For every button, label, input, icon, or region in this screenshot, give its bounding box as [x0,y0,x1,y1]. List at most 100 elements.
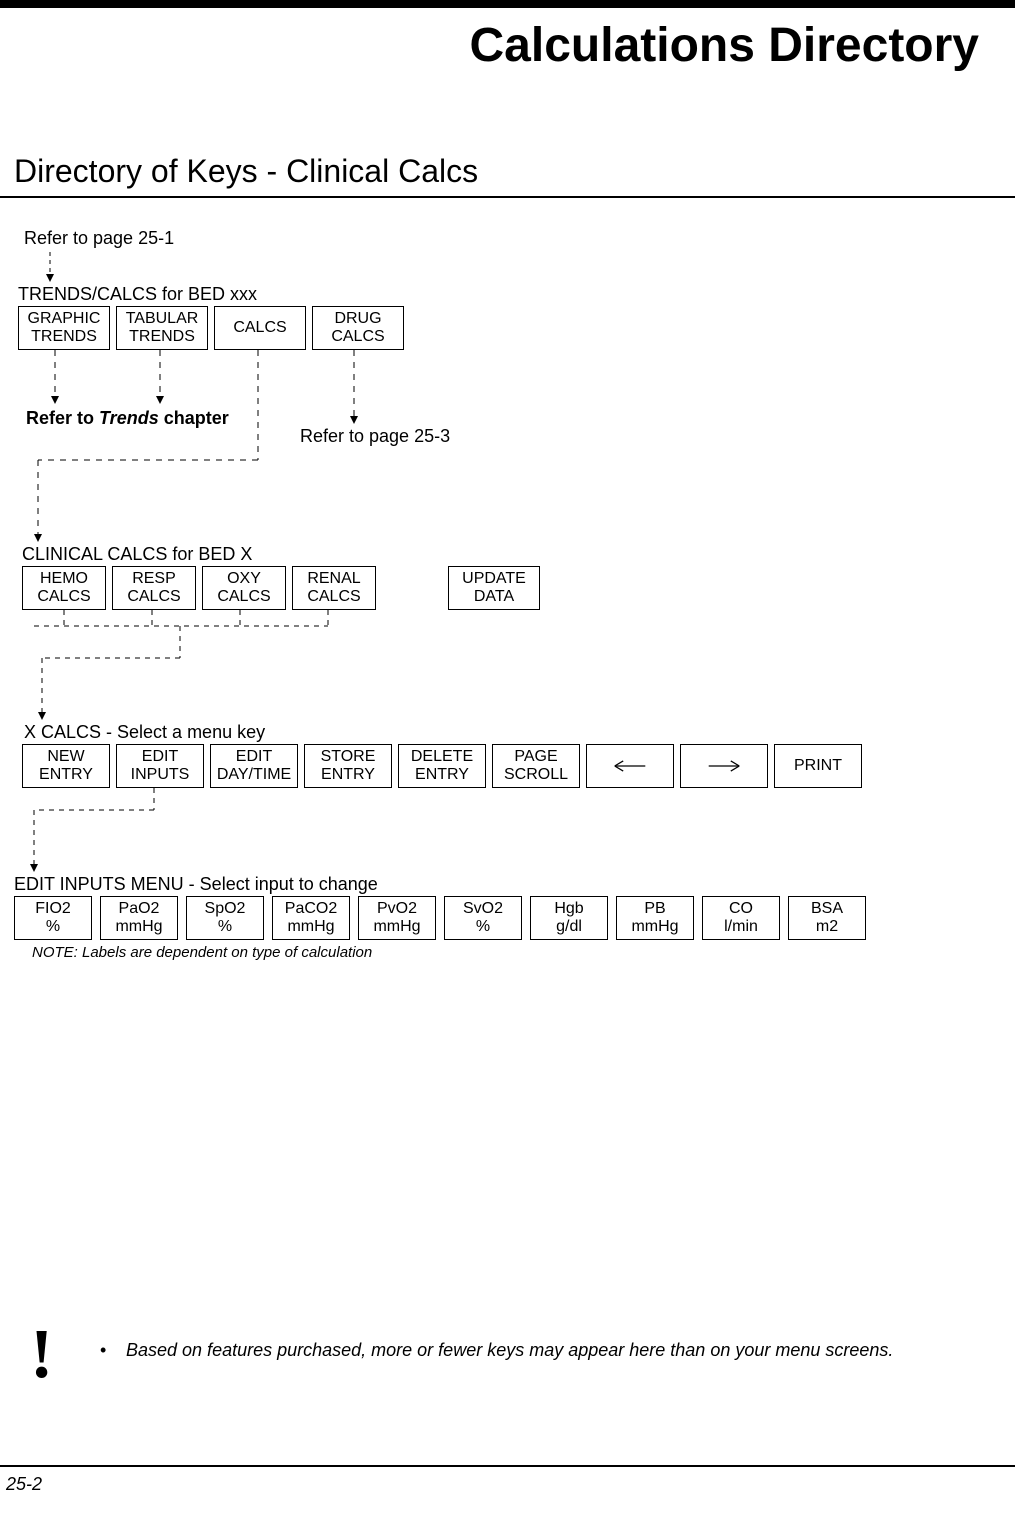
top-bar [0,0,1015,8]
key-label: CALCS [37,588,90,606]
key-label: DRUG [334,310,381,328]
pb-key[interactable]: PBmmHg [616,896,694,940]
key-label: m2 [816,918,838,936]
key-label: ENTRY [39,766,93,784]
ref-page-25-1: Refer to page 25-1 [24,228,174,249]
key-label: SCROLL [504,766,568,784]
key-label: CALCS [217,588,270,606]
ref-page-25-3: Refer to page 25-3 [300,426,450,447]
key-label: mmHg [287,918,334,936]
menu3-row: NEWENTRY EDITINPUTS EDITDAY/TIME STOREEN… [22,744,862,788]
key-label: RENAL [307,570,360,588]
edit-daytime-key[interactable]: EDITDAY/TIME [210,744,298,788]
bullet-icon: • [100,1340,126,1361]
co-key[interactable]: COl/min [702,896,780,940]
key-label: CALCS [127,588,180,606]
calcs-key[interactable]: CALCS [214,306,306,350]
new-entry-key[interactable]: NEWENTRY [22,744,110,788]
print-key[interactable]: PRINT [774,744,862,788]
renal-calcs-key[interactable]: RENALCALCS [292,566,376,610]
graphic-trends-key[interactable]: GRAPHICTRENDS [18,306,110,350]
arrow-left-key[interactable] [586,744,674,788]
key-label: GRAPHIC [28,310,101,328]
oxy-calcs-key[interactable]: OXYCALCS [202,566,286,610]
ref-trends-chapter: Refer to Trends chapter [26,408,229,429]
key-label: PAGE [514,748,557,766]
footer-note-text: Based on features purchased, more or few… [126,1340,893,1360]
key-label: ENTRY [415,766,469,784]
key-label: % [46,918,60,936]
edit-inputs-key[interactable]: EDITINPUTS [116,744,204,788]
page-number: 25-2 [6,1474,42,1495]
update-data-key[interactable]: UPDATEDATA [448,566,540,610]
delete-entry-key[interactable]: DELETEENTRY [398,744,486,788]
key-label: UPDATE [462,570,526,588]
footer-note: •Based on features purchased, more or fe… [100,1340,893,1361]
key-label: mmHg [373,918,420,936]
key-label: TABULAR [126,310,199,328]
key-label: PaCO2 [285,900,337,918]
key-label: BSA [811,900,843,918]
spo2-key[interactable]: SpO2% [186,896,264,940]
arrow-left-icon [613,760,647,772]
menu2-row: HEMOCALCS RESPCALCS OXYCALCS RENALCALCS … [22,566,540,610]
key-label: CALCS [331,328,384,346]
menu4-row: FIO2% PaO2mmHg SpO2% PaCO2mmHg PvO2mmHg … [14,896,866,940]
key-label: HEMO [40,570,88,588]
key-label: INPUTS [131,766,190,784]
paco2-key[interactable]: PaCO2mmHg [272,896,350,940]
key-label: TRENDS [31,328,97,346]
page-scroll-key[interactable]: PAGESCROLL [492,744,580,788]
arrow-right-key[interactable] [680,744,768,788]
menu3-caption: X CALCS - Select a menu key [24,722,265,743]
pvo2-key[interactable]: PvO2mmHg [358,896,436,940]
key-label: Hgb [554,900,583,918]
footer-rule [0,1465,1015,1467]
svo2-key[interactable]: SvO2% [444,896,522,940]
key-label: SvO2 [463,900,503,918]
key-label: CALCS [307,588,360,606]
store-entry-key[interactable]: STOREENTRY [304,744,392,788]
arrow-right-icon [707,760,741,772]
fio2-key[interactable]: FIO2% [14,896,92,940]
spacer [382,566,442,610]
key-label: CO [729,900,753,918]
key-label: PB [644,900,665,918]
hgb-key[interactable]: Hgbg/dl [530,896,608,940]
key-label: DATA [474,588,514,606]
key-label: DELETE [411,748,473,766]
content-area: Refer to page 25-1 TRENDS/CALCS for BED … [0,198,1015,208]
section-title: Directory of Keys - Clinical Calcs [14,153,1015,190]
page-title: Calculations Directory [0,18,979,73]
key-label: PaO2 [119,900,160,918]
menu4-caption: EDIT INPUTS MENU - Select input to chang… [14,874,378,895]
key-label: PvO2 [377,900,417,918]
drug-calcs-key[interactable]: DRUGCALCS [312,306,404,350]
text-italic: Trends [99,408,159,428]
key-label: l/min [724,918,758,936]
key-label: mmHg [631,918,678,936]
menu1-caption: TRENDS/CALCS for BED xxx [18,284,257,305]
key-label: FIO2 [35,900,71,918]
hemo-calcs-key[interactable]: HEMOCALCS [22,566,106,610]
key-label: mmHg [115,918,162,936]
key-label: % [476,918,490,936]
menu4-note: NOTE: Labels are dependent on type of ca… [32,944,372,961]
key-label: % [218,918,232,936]
key-label: TRENDS [129,328,195,346]
text: chapter [159,408,229,428]
key-label: SpO2 [205,900,246,918]
pao2-key[interactable]: PaO2mmHg [100,896,178,940]
menu1-row: GRAPHICTRENDS TABULARTRENDS CALCS DRUGCA… [18,306,404,350]
key-label: DAY/TIME [217,766,291,784]
text: Refer to [26,408,99,428]
menu2-caption: CLINICAL CALCS for BED X [22,544,252,565]
resp-calcs-key[interactable]: RESPCALCS [112,566,196,610]
bsa-key[interactable]: BSAm2 [788,896,866,940]
key-label: EDIT [142,748,178,766]
key-label: CALCS [233,319,286,337]
tabular-trends-key[interactable]: TABULARTRENDS [116,306,208,350]
key-label: ENTRY [321,766,375,784]
key-label: RESP [132,570,176,588]
key-label: STORE [321,748,376,766]
